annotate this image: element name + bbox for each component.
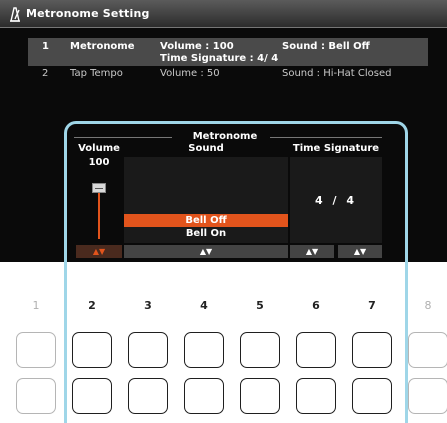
button-5-lower[interactable]: [240, 378, 280, 414]
button-number-8: 8: [424, 299, 432, 312]
button-3-lower[interactable]: [128, 378, 168, 414]
button-number-6: 6: [312, 299, 320, 312]
metronome-icon: [10, 7, 20, 22]
list-item-number: 1: [42, 41, 49, 52]
button-8-upper[interactable]: [408, 332, 447, 368]
button-6-upper[interactable]: [296, 332, 336, 368]
button-2-upper[interactable]: [72, 332, 112, 368]
list-item-name: Tap Tempo: [70, 68, 123, 79]
button-1-upper[interactable]: [16, 332, 56, 368]
list-item-volume: Volume : 50: [160, 68, 220, 79]
button-number-7: 7: [368, 299, 376, 312]
button-number-2: 2: [88, 299, 96, 312]
list-item-sound: Sound : Bell Off: [282, 41, 370, 52]
button-5-upper[interactable]: [240, 332, 280, 368]
title-bar: Metronome Setting: [0, 0, 447, 28]
button-7-upper[interactable]: [352, 332, 392, 368]
button-4-lower[interactable]: [184, 378, 224, 414]
button-6-lower[interactable]: [296, 378, 336, 414]
list-item-number: 2: [42, 68, 49, 79]
button-8-lower[interactable]: [408, 378, 447, 414]
button-3-upper[interactable]: [128, 332, 168, 368]
list-item-time-signature: Time Signature : 4/ 4: [160, 53, 279, 64]
window-title: Metronome Setting: [26, 7, 150, 20]
list-item-volume: Volume : 100: [160, 41, 234, 52]
list-item-sound: Sound : Hi-Hat Closed: [282, 68, 392, 79]
button-4-upper[interactable]: [184, 332, 224, 368]
list-item-tap-tempo[interactable]: 2 Tap Tempo Volume : 50 Sound : Hi-Hat C…: [28, 66, 428, 84]
button-7-lower[interactable]: [352, 378, 392, 414]
button-number-4: 4: [200, 299, 208, 312]
button-number-3: 3: [144, 299, 152, 312]
button-number-1: 1: [32, 299, 40, 312]
button-1-lower[interactable]: [16, 378, 56, 414]
button-2-lower[interactable]: [72, 378, 112, 414]
list-item-name: Metronome: [70, 41, 135, 52]
list-item-metronome[interactable]: 1 Metronome Volume : 100 Time Signature …: [28, 38, 428, 66]
button-number-5: 5: [256, 299, 264, 312]
